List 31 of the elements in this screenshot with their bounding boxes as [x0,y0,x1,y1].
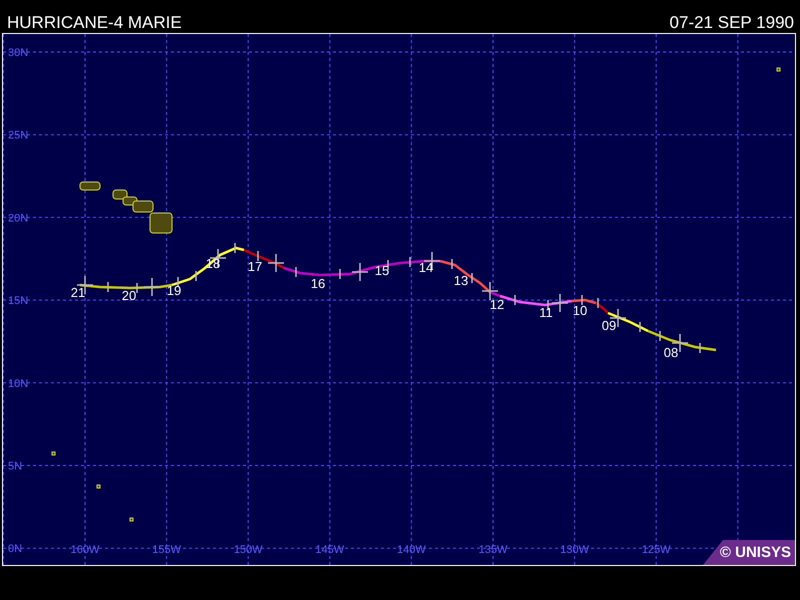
day-label: 19 [166,283,182,298]
day-label: 08 [664,345,678,360]
longitude-label: 145W [315,544,344,556]
latitude-label: 30N [8,47,28,59]
longitude-label: 125W [642,544,671,556]
map-title: HURRICANE-4 MARIE [7,14,182,32]
longitude-label: 155W [152,544,181,556]
longitude-label: 160W [70,544,100,556]
day-label: 11 [539,305,553,320]
date-range: 07-21 SEP 1990 [670,14,794,32]
day-label: 20 [122,288,136,303]
longitude-label: 140W [397,544,426,556]
latitude-label: 25N [8,130,28,142]
latitude-label: 15N [8,295,28,308]
day-label: 17 [248,259,262,274]
day-label: 10 [572,303,588,318]
longitude-label: 135W [478,544,508,556]
latitude-label: 5N [8,460,22,472]
latitude-label: 10N [8,378,28,390]
longitude-label: 130W [560,544,589,556]
day-label: 09 [602,318,616,333]
day-label: 13 [454,273,468,288]
latitude-label: 0N [8,543,22,556]
day-label: 15 [374,263,390,278]
day-label: 21 [70,285,86,300]
day-label: 16 [310,276,326,291]
latitude-label: 20N [8,212,28,224]
longitude-label: 150W [234,544,263,556]
credit-badge: © UNISYS [703,540,795,565]
day-label: 14 [418,260,434,275]
day-label: 12 [490,297,504,312]
